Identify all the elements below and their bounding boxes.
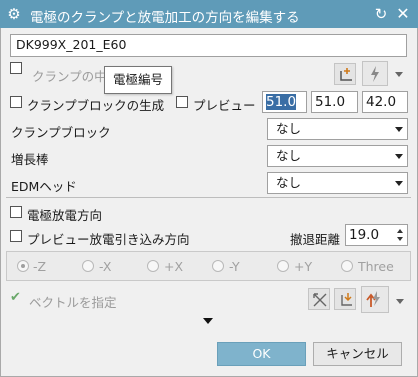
- vector-dialog-button[interactable]: [308, 288, 330, 310]
- clamp-block-gen-label: クランプブロックの生成: [27, 98, 165, 113]
- tooltip: 電極編号: [104, 66, 172, 94]
- preview-retract-checkbox[interactable]: [10, 230, 22, 242]
- radio-plus-x[interactable]: [147, 260, 159, 272]
- divider: [6, 197, 411, 198]
- clamp-point-icon: [340, 68, 352, 81]
- chevron-down-icon: [395, 127, 403, 132]
- vector-reverse-button[interactable]: [334, 288, 356, 310]
- preview-value-2[interactable]: 51.0: [311, 91, 358, 113]
- window-title: 電極のクランプと放電加工の方向を編集する: [30, 10, 300, 26]
- radio-minus-z-label: -Z: [33, 259, 47, 274]
- clamp-middle-checkbox[interactable]: [10, 62, 22, 74]
- expand-more-icon[interactable]: [203, 318, 213, 324]
- retract-distance-spinner[interactable]: [396, 224, 406, 246]
- radio-plus-y[interactable]: [277, 260, 289, 272]
- vector-tool-dropdown[interactable]: [393, 63, 405, 85]
- checkmark-icon: ✔: [10, 290, 21, 305]
- vector-inferred-button[interactable]: [361, 286, 389, 313]
- radio-minus-x[interactable]: [82, 260, 94, 272]
- chevron-down-icon: [395, 181, 403, 186]
- radio-minus-z[interactable]: [17, 260, 29, 272]
- edm-head-select[interactable]: なし: [267, 172, 408, 194]
- electrode-name-field[interactable]: DK999X_201_E60: [10, 34, 407, 57]
- preview-value-1[interactable]: 51.0: [262, 91, 307, 113]
- electrode-name-value: DK999X_201_E60: [16, 37, 127, 52]
- edm-direction-label: 電極放電方向: [27, 208, 103, 223]
- clamp-middle-label: クランプの中: [32, 69, 107, 84]
- radio-plus-x-label: +X: [164, 259, 184, 274]
- radio-minus-y[interactable]: [212, 260, 224, 272]
- retract-distance-label: 撤退距離: [290, 232, 341, 247]
- ok-button[interactable]: OK: [217, 342, 306, 366]
- reverse-direction-icon: [341, 293, 352, 306]
- preview-label: プレビュー: [193, 98, 256, 113]
- vector-tool-button[interactable]: [362, 61, 388, 86]
- radio-minus-x-label: -X: [99, 259, 112, 274]
- clamp-block-gen-checkbox[interactable]: [10, 96, 22, 108]
- vector-label: ベクトルを指定: [29, 295, 117, 310]
- radio-three-label: Three: [358, 259, 394, 274]
- clamp-block-label: クランプブロック: [11, 125, 111, 140]
- preview-value-3[interactable]: 42.0: [362, 91, 408, 113]
- lightning-icon: [371, 66, 379, 82]
- reset-icon[interactable]: ↻: [372, 4, 390, 24]
- clamp-point-button[interactable]: [334, 63, 356, 85]
- clamp-block-select[interactable]: なし: [267, 118, 408, 140]
- title-bar: ⚙ 電極のクランプと放電加工の方向を編集する ↻ ✕: [0, 0, 418, 28]
- gear-icon[interactable]: ⚙: [5, 5, 23, 23]
- chevron-down-icon: [395, 154, 403, 159]
- preview-checkbox[interactable]: [176, 96, 188, 108]
- radio-minus-y-label: -Y: [229, 259, 240, 274]
- radio-three[interactable]: [341, 260, 353, 272]
- close-icon[interactable]: ✕: [394, 4, 412, 24]
- axis-cross-icon: [313, 293, 327, 307]
- cancel-button[interactable]: キャンセル: [313, 342, 402, 366]
- radio-plus-y-label: +Y: [294, 259, 313, 274]
- edm-direction-checkbox[interactable]: [10, 206, 22, 218]
- vector-arrow-icon: [366, 291, 380, 307]
- extension-rod-label: 増長棒: [11, 152, 49, 167]
- vector-type-dropdown[interactable]: [394, 290, 406, 312]
- preview-retract-label: プレビュー放電引き込み方向: [27, 232, 190, 247]
- edm-head-label: EDMヘッド: [11, 179, 77, 194]
- extension-rod-select[interactable]: なし: [267, 145, 408, 167]
